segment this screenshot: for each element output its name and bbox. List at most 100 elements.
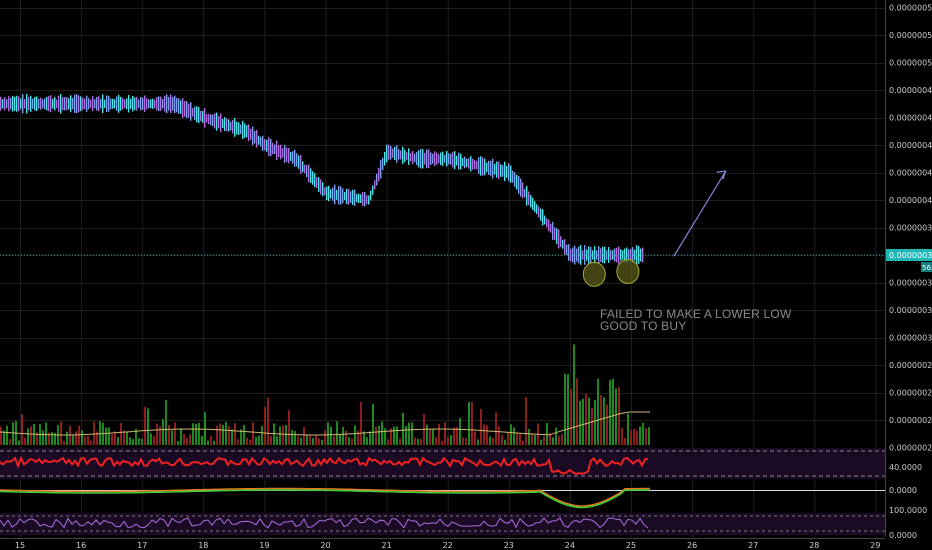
candle <box>400 150 402 160</box>
volume-bar <box>369 431 371 445</box>
time-tick-label: 20 <box>320 541 330 550</box>
time-tick-label: 23 <box>504 541 514 550</box>
candle <box>278 145 280 158</box>
price-tick-label: 0.00000052 <box>889 31 932 40</box>
candle <box>402 146 404 164</box>
candle <box>432 153 434 164</box>
volume-bar <box>525 397 527 445</box>
volume-bar <box>189 434 191 445</box>
candle <box>244 123 246 138</box>
candle <box>628 249 630 261</box>
last-price-label: 0.00000036 <box>889 251 932 260</box>
volume-bar <box>276 436 278 445</box>
volume-bar <box>309 435 311 445</box>
price-chart[interactable]: 0.00000054 0.00000052 0.00000050 0.00000048… <box>0 0 932 550</box>
volume-bar <box>315 435 317 445</box>
volume-spike-bar <box>572 344 575 445</box>
volume-bar <box>378 425 380 445</box>
candle <box>562 239 564 249</box>
candle <box>144 95 146 112</box>
candle <box>446 151 448 167</box>
candle <box>560 236 562 248</box>
candle <box>176 97 178 113</box>
candle <box>326 186 328 200</box>
volume-bar <box>336 421 338 445</box>
candle <box>282 148 284 158</box>
volume-bar <box>24 437 26 445</box>
candle <box>264 139 266 151</box>
candle <box>256 129 258 148</box>
candle <box>554 227 556 240</box>
volume-bar <box>132 439 134 445</box>
indicator-axis-label: 40.0000 <box>889 463 922 472</box>
candle <box>32 98 34 109</box>
volume-bar <box>282 425 284 445</box>
candle <box>60 94 62 114</box>
candle <box>306 165 308 178</box>
volume-bar <box>567 374 569 445</box>
candle <box>348 189 350 205</box>
candle <box>8 96 10 112</box>
candle <box>124 99 126 109</box>
candle <box>424 152 426 165</box>
candle <box>544 215 546 225</box>
candle <box>460 153 462 170</box>
candle <box>356 193 358 203</box>
volume-bar <box>441 440 443 445</box>
time-tick-label: 29 <box>870 541 880 550</box>
candle <box>378 167 380 182</box>
candle <box>396 145 398 163</box>
candle <box>110 98 112 110</box>
candle <box>232 120 234 134</box>
volume-bar <box>45 422 47 445</box>
candle <box>540 208 542 221</box>
candle <box>610 249 612 261</box>
candle <box>386 144 388 163</box>
candle <box>426 149 428 169</box>
volume-bar <box>231 429 233 445</box>
candle <box>338 186 340 205</box>
volume-bar <box>243 425 245 445</box>
volume-bar <box>387 439 389 445</box>
candle <box>522 182 524 199</box>
volume-bar <box>195 424 197 445</box>
candle <box>34 97 36 111</box>
candle <box>114 99 116 109</box>
volume-bar <box>21 414 23 445</box>
candle <box>168 97 170 111</box>
volume-bar <box>633 428 635 445</box>
volume-bar <box>87 435 89 445</box>
candle <box>246 125 248 138</box>
volume-bar <box>138 438 140 445</box>
volume-bar <box>615 388 617 445</box>
candle <box>374 180 376 190</box>
volume-bar <box>285 425 287 445</box>
candle <box>216 112 218 131</box>
volume-bar <box>450 435 452 445</box>
candle <box>90 99 92 108</box>
candle <box>288 148 290 164</box>
candle <box>300 155 302 174</box>
candle <box>122 98 124 110</box>
candle <box>238 122 240 135</box>
candle <box>452 151 454 168</box>
candle <box>538 206 540 218</box>
candle <box>202 111 204 123</box>
candle <box>518 176 520 194</box>
candle <box>50 95 52 113</box>
candle <box>536 204 538 215</box>
volume-bar <box>372 403 374 445</box>
volume-bar <box>291 430 293 445</box>
candle <box>194 106 196 121</box>
volume-bar <box>204 412 206 445</box>
candle <box>58 95 60 112</box>
price-tick-label: 0.00000032 <box>889 306 932 315</box>
candle <box>100 99 102 109</box>
price-tick-label: 0.00000024 <box>889 416 932 425</box>
volume-bar <box>609 380 611 445</box>
volume-bar <box>78 425 80 445</box>
volume-bar <box>501 435 503 445</box>
candle <box>366 195 368 205</box>
volume-bar <box>234 423 236 445</box>
candle <box>358 193 360 204</box>
